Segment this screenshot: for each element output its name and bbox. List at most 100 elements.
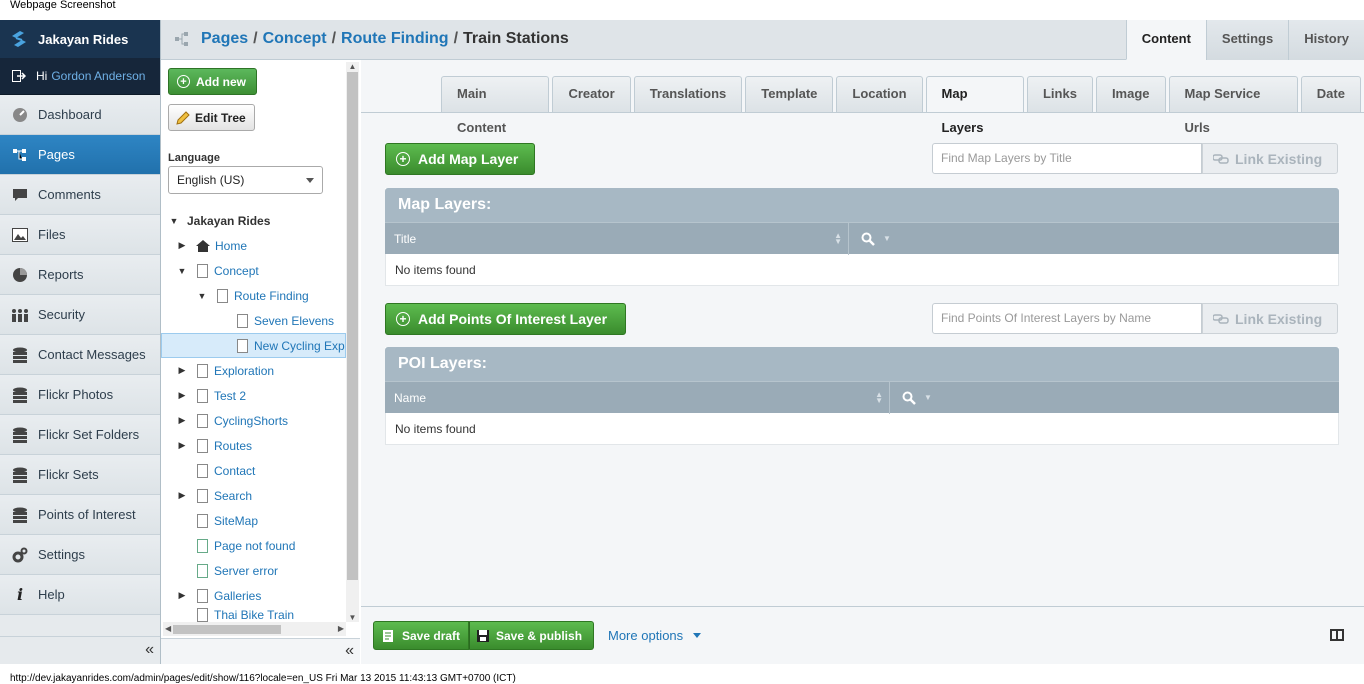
language-select[interactable]: English (US) [168, 166, 323, 194]
grid-filter[interactable]: ▼ [849, 232, 891, 246]
menu-item-dashboard[interactable]: Dashboard [0, 95, 160, 135]
menu-item-flickr-sets[interactable]: Flickr Sets [0, 455, 160, 495]
tree-horizontal-scrollbar[interactable]: ◀ ▶ [163, 622, 346, 636]
sort-icon[interactable]: ▲ ▼ [834, 231, 842, 245]
poi-layers-link-existing-button[interactable]: Link Existing [1202, 303, 1338, 334]
menu-label: Security [38, 307, 85, 322]
logo-icon [12, 31, 26, 47]
error-page-icon [197, 563, 208, 578]
tree-vertical-scrollbar[interactable]: ▲ ▼ [346, 62, 359, 622]
tree-node-selected[interactable]: New Cycling Exp [161, 333, 346, 358]
add-new-button[interactable]: + Add new [168, 68, 257, 95]
scrollbar-thumb[interactable] [173, 625, 281, 634]
menu-item-comments[interactable]: Comments [0, 175, 160, 215]
brand-bar[interactable]: Jakayan Rides [0, 20, 160, 58]
breadcrumb-link[interactable]: Concept [263, 30, 327, 48]
menu-label: Points of Interest [38, 507, 136, 522]
tab-template[interactable]: Template [745, 76, 834, 112]
menu-item-flickr-photos[interactable]: Flickr Photos [0, 375, 160, 415]
tab-settings[interactable]: Settings [1205, 20, 1289, 60]
column-title[interactable]: Title ▲ ▼ [385, 222, 849, 255]
tab-creator[interactable]: Creator [552, 76, 631, 112]
expand-arrow-icon[interactable]: ▶ [177, 490, 187, 501]
tree-node[interactable]: ▶ Test 2 [161, 383, 346, 408]
more-options-button[interactable]: More options [608, 628, 702, 643]
tab-image[interactable]: Image [1095, 76, 1166, 112]
tree-node[interactable]: Thai Bike Train [161, 608, 346, 622]
expand-arrow-icon[interactable]: ▼ [197, 291, 207, 301]
menu-item-pages[interactable]: Pages [0, 135, 160, 175]
menu-item-security[interactable]: Security [0, 295, 160, 335]
menu-label: Flickr Set Folders [38, 427, 140, 442]
collapse-menu-button[interactable]: « [0, 636, 160, 664]
tree-node[interactable]: ▶ Routes [161, 433, 346, 458]
tab-date[interactable]: Date [1300, 76, 1361, 112]
user-name-link[interactable]: Gordon Anderson [51, 69, 145, 83]
tree-node-root[interactable]: ▼ Jakayan Rides [161, 208, 346, 233]
tab-history[interactable]: History [1288, 20, 1364, 60]
menu-label: Help [38, 587, 65, 602]
breadcrumb-link[interactable]: Route Finding [341, 30, 449, 48]
tree-node[interactable]: Contact [161, 458, 346, 483]
tree-node[interactable]: ▶ Search [161, 483, 346, 508]
scroll-left-icon[interactable]: ◀ [165, 622, 171, 636]
tree-node[interactable]: SiteMap [161, 508, 346, 533]
breadcrumb-separator: / [331, 30, 337, 47]
menu-item-files[interactable]: Files [0, 215, 160, 255]
collapse-tree-button[interactable]: « [161, 638, 360, 664]
poi-layers-search-input[interactable]: Find Points Of Interest Layers by Name [932, 303, 1202, 334]
add-new-label: Add new [196, 74, 246, 89]
sort-icon[interactable]: ▲ ▼ [875, 390, 883, 404]
expand-arrow-icon[interactable]: ▼ [177, 266, 187, 276]
menu-item-points-of-interest[interactable]: Points of Interest [0, 495, 160, 535]
tab-map-layers[interactable]: Map Layers [925, 76, 1024, 135]
tab-main-content[interactable]: Main Content [441, 76, 550, 135]
tab-links[interactable]: Links [1026, 76, 1093, 112]
menu-item-flickr-set-folders[interactable]: Flickr Set Folders [0, 415, 160, 455]
column-name[interactable]: Name ▲ ▼ [385, 381, 890, 414]
save-draft-button[interactable]: Save draft [373, 621, 469, 650]
menu-item-settings[interactable]: Settings [0, 535, 160, 575]
dashboard-icon [11, 107, 29, 123]
grid-header: Name ▲ ▼ ▼ [385, 381, 1339, 414]
logout-icon[interactable] [12, 70, 26, 82]
tree-node[interactable]: ▶ Exploration [161, 358, 346, 383]
tab-translations[interactable]: Translations [633, 76, 743, 112]
tree-node[interactable]: ▼ Route Finding [161, 283, 346, 308]
expand-arrow-icon[interactable]: ▶ [177, 390, 187, 401]
tree-node[interactable]: Seven Elevens [161, 308, 346, 333]
tree-node[interactable]: ▶ CyclingShorts [161, 408, 346, 433]
preview-toggle-icon[interactable] [1330, 629, 1344, 641]
save-publish-button[interactable]: Save & publish [469, 621, 594, 650]
scroll-right-icon[interactable]: ▶ [338, 622, 344, 636]
map-layers-search-input[interactable]: Find Map Layers by Title [932, 143, 1202, 174]
menu-item-contact-messages[interactable]: Contact Messages [0, 335, 160, 375]
scroll-down-icon[interactable]: ▼ [346, 613, 359, 622]
grid-filter[interactable]: ▼ [890, 391, 932, 405]
expand-arrow-icon[interactable]: ▶ [177, 440, 187, 451]
add-poi-layer-button[interactable]: + Add Points Of Interest Layer [385, 303, 626, 335]
menu-item-reports[interactable]: Reports [0, 255, 160, 295]
edit-tree-button[interactable]: Edit Tree [168, 104, 255, 131]
tab-location[interactable]: Location [836, 76, 923, 112]
expand-arrow-icon[interactable]: ▶ [177, 590, 187, 601]
scroll-up-icon[interactable]: ▲ [346, 62, 359, 71]
menu-item-help[interactable]: i Help [0, 575, 160, 615]
map-layers-link-existing-button[interactable]: Link Existing [1202, 143, 1338, 174]
add-map-layer-button[interactable]: + Add Map Layer [385, 143, 535, 175]
scrollbar-thumb[interactable] [347, 72, 358, 580]
expand-arrow-icon[interactable]: ▼ [169, 216, 179, 226]
tab-content[interactable]: Content [1125, 20, 1206, 60]
tree-node[interactable]: ▶ Home [161, 233, 346, 258]
tree-node[interactable]: ▼ Concept [161, 258, 346, 283]
expand-arrow-icon[interactable]: ▶ [177, 415, 187, 426]
expand-arrow-icon[interactable]: ▶ [177, 365, 187, 376]
tree-node[interactable]: ▶ Galleries [161, 583, 346, 608]
page-icon [237, 338, 248, 353]
tab-map-service-urls[interactable]: Map Service Urls [1168, 76, 1298, 135]
breadcrumb-link[interactable]: Pages [201, 30, 248, 48]
expand-arrow-icon[interactable]: ▶ [177, 240, 187, 251]
plus-icon: + [396, 152, 410, 166]
tree-node[interactable]: Server error [161, 558, 346, 583]
tree-node[interactable]: Page not found [161, 533, 346, 558]
